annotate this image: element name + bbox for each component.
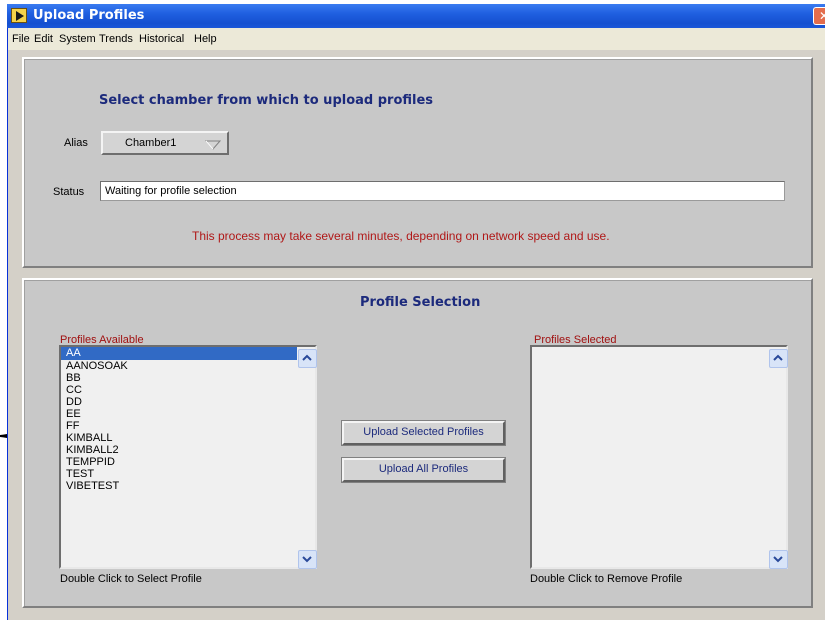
profiles-available-hint: Double Click to Select Profile (60, 573, 202, 585)
window-title: Upload Profiles (33, 8, 145, 23)
profiles-selected-hint: Double Click to Remove Profile (530, 573, 683, 585)
scroll-up-button[interactable] (298, 349, 317, 368)
list-item[interactable]: CC (61, 384, 297, 396)
menu-historical[interactable]: Historical (139, 32, 184, 46)
menu-edit[interactable]: Edit (34, 32, 53, 46)
list-item[interactable]: KIMBALL (61, 432, 297, 444)
chevron-up-icon (773, 354, 783, 361)
list-item[interactable]: BB (61, 372, 297, 384)
chevron-down-icon (302, 556, 312, 563)
upload-selected-profiles-button[interactable]: Upload Selected Profiles (341, 420, 506, 446)
profiles-selected-scrollbar[interactable] (769, 347, 788, 569)
title-bar[interactable]: Upload Profiles ✕ (7, 4, 825, 28)
list-item[interactable]: VIBETEST (61, 480, 297, 492)
alias-dropdown[interactable]: Chamber1 (101, 131, 229, 155)
warning-message: This process may take several minutes, d… (192, 229, 610, 243)
labview-app-icon (11, 8, 27, 23)
profiles-available-items: AA AANOSOAK BB CC DD EE FF KIMBALL KIMBALL2 TEMPP… (61, 347, 297, 492)
profiles-selected-list[interactable] (530, 345, 788, 569)
scroll-down-button[interactable] (769, 550, 788, 569)
list-item[interactable]: KIMBALL2 (61, 444, 297, 456)
list-item[interactable]: TEMPPID (61, 456, 297, 468)
profile-selection-heading: Profile Selection (360, 295, 481, 310)
list-item[interactable]: AANOSOAK (61, 360, 297, 372)
close-icon: ✕ (819, 9, 825, 23)
menu-system[interactable]: System (59, 32, 96, 46)
alias-value: Chamber1 (125, 137, 177, 149)
list-item[interactable]: EE (61, 408, 297, 420)
scroll-up-button[interactable] (769, 349, 788, 368)
scroll-down-button[interactable] (298, 550, 317, 569)
menu-trends[interactable]: Trends (99, 32, 133, 46)
list-item[interactable]: DD (61, 396, 297, 408)
profiles-available-list[interactable]: AA AANOSOAK BB CC DD EE FF KIMBALL KIMBALL2 TEMPP… (59, 345, 317, 569)
list-item[interactable]: TEST (61, 468, 297, 480)
status-field: Waiting for profile selection (100, 181, 785, 201)
alias-label: Alias (64, 137, 88, 149)
close-button[interactable]: ✕ (813, 7, 825, 25)
menu-help[interactable]: Help (194, 32, 217, 46)
menu-file[interactable]: File (12, 32, 30, 46)
upload-all-profiles-button[interactable]: Upload All Profiles (341, 457, 506, 483)
list-item[interactable]: FF (61, 420, 297, 432)
dropdown-arrow-icon (205, 140, 221, 150)
menu-bar: File Edit System Trends Historical Help (8, 28, 825, 50)
chamber-heading: Select chamber from which to upload prof… (99, 93, 434, 108)
chevron-down-icon (773, 556, 783, 563)
chevron-up-icon (302, 354, 312, 361)
profiles-available-scrollbar[interactable] (298, 347, 317, 569)
list-item[interactable]: AA (61, 347, 297, 360)
status-label: Status (53, 186, 85, 198)
